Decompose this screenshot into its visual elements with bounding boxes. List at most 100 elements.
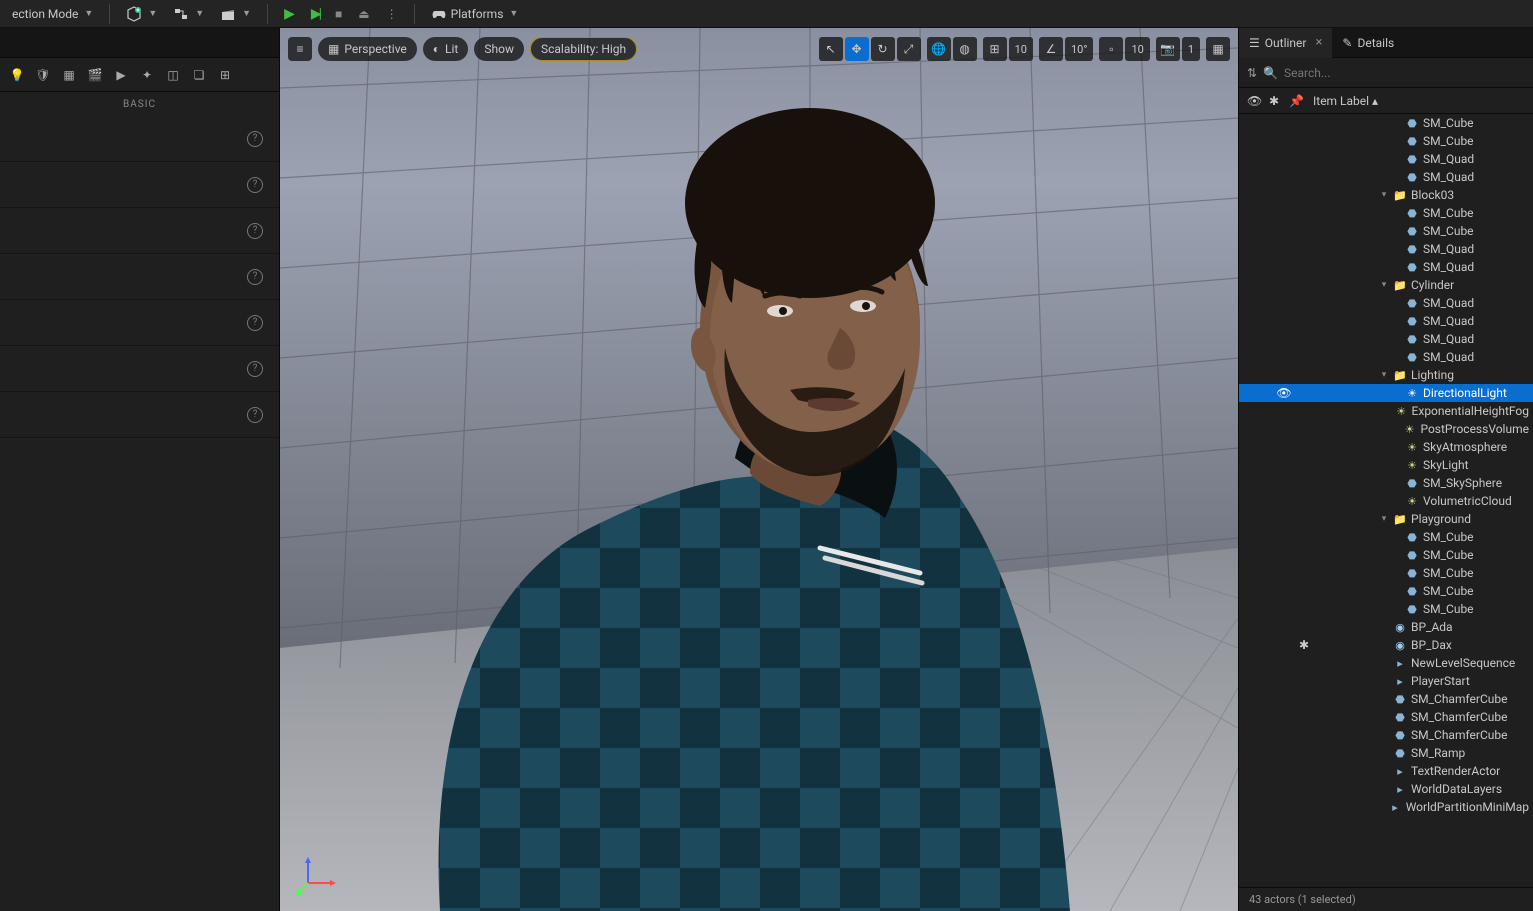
pin-icon[interactable]: 📌 [1289,94,1303,108]
platforms-dropdown[interactable]: Platforms ▼ [425,3,525,25]
tree-node[interactable]: ▾📁Block03 [1239,186,1533,204]
help-icon[interactable]: ? [247,361,263,377]
tree-node[interactable]: ⬣SM_ChamferCube [1239,726,1533,744]
tree-node[interactable]: ☀ExponentialHeightFog [1239,402,1533,420]
tree-node[interactable]: ⬣SM_ChamferCube [1239,690,1533,708]
help-icon[interactable]: ? [247,315,263,331]
stop-button[interactable]: ■ [329,3,348,25]
tree-node[interactable]: ⬣SM_Quad [1239,312,1533,330]
help-icon[interactable]: ? [247,223,263,239]
add-content-button[interactable]: ▼ [120,3,163,25]
tree-node[interactable]: ▸NewLevelSequence [1239,654,1533,672]
visibility-toggle[interactable]: 👁 [1275,386,1293,400]
geometry-icon[interactable]: ◫ [164,66,182,84]
shield-icon[interactable]: 🛡 [34,66,52,84]
tree-node[interactable]: ▾📁Lighting [1239,366,1533,384]
basic-actor-row[interactable]: ? [0,254,279,300]
blueprints-button[interactable]: ▼ [167,3,210,25]
tree-node[interactable]: ☀SkyLight [1239,456,1533,474]
tab-outliner[interactable]: ☰ Outliner × [1239,28,1332,58]
angle-snap-toggle[interactable]: ∠ [1039,37,1063,61]
tree-node[interactable]: ⬣SM_Cube [1239,222,1533,240]
clapboard-icon[interactable]: 🎬 [86,66,104,84]
scalability-button[interactable]: Scalability: High [530,37,637,61]
basic-actor-row[interactable]: ? [0,300,279,346]
grid-snap-value[interactable]: 10 [1009,37,1033,61]
tree-node[interactable]: ▾📁Cylinder [1239,276,1533,294]
filter-icon[interactable]: ⇅ [1247,66,1257,80]
tree-node[interactable]: ⬣SM_Cube [1239,564,1533,582]
tree-node[interactable]: ⬣SM_Cube [1239,204,1533,222]
tree-node[interactable]: ⬣SM_Quad [1239,240,1533,258]
tree-node[interactable]: ⬣SM_Cube [1239,546,1533,564]
grid-snap-toggle[interactable]: ⊞ [983,37,1007,61]
angle-snap-value[interactable]: 10° [1065,37,1093,61]
tree-node[interactable]: ☀VolumetricCloud [1239,492,1533,510]
help-icon[interactable]: ? [247,269,263,285]
translate-tool[interactable]: ✥ [845,37,869,61]
tree-node[interactable]: ⬣SM_Cube [1239,528,1533,546]
cube-icon[interactable]: ▦ [60,66,78,84]
tree-node[interactable]: ⬣SM_Cube [1239,582,1533,600]
tree-node[interactable]: ☀SkyAtmosphere [1239,438,1533,456]
basic-actor-row[interactable]: ? [0,208,279,254]
tree-node[interactable]: ⬣SM_Cube [1239,132,1533,150]
camera-speed-button[interactable]: 📷 [1156,37,1180,61]
scale-snap-toggle[interactable]: ▫ [1099,37,1123,61]
close-icon[interactable]: × [1315,35,1322,50]
expand-arrow-icon[interactable]: ▾ [1379,280,1389,290]
expand-arrow-icon[interactable]: ▾ [1379,370,1389,380]
star-icon[interactable]: ✱ [1269,94,1283,108]
expand-arrow-icon[interactable]: ▾ [1379,190,1389,200]
outliner-search-input[interactable] [1284,66,1525,80]
basic-actor-row[interactable]: ? [0,392,279,438]
tree-node[interactable]: ▸TextRenderActor [1239,762,1533,780]
volumes-icon[interactable]: ❏ [190,66,208,84]
help-icon[interactable]: ? [247,407,263,423]
coord-space-toggle[interactable]: 🌐 [927,37,951,61]
selection-mode-dropdown[interactable]: ection Mode ▼ [6,3,99,25]
tree-node[interactable]: ⬣SM_SkySphere [1239,474,1533,492]
tree-node[interactable]: ⬣SM_Quad [1239,168,1533,186]
tree-node[interactable]: ⬣SM_Quad [1239,258,1533,276]
basic-actor-row[interactable]: ? [0,162,279,208]
tree-node[interactable]: ⬣SM_Quad [1239,150,1533,168]
tree-node[interactable]: 👁☀DirectionalLight [1239,384,1533,402]
basic-actor-row[interactable]: ? [0,346,279,392]
play-options-button[interactable]: ⋮ [380,3,404,25]
viewport-layout-button[interactable]: ▦ [1206,37,1230,61]
scale-tool[interactable]: ⤢ [897,37,921,61]
all-icon[interactable]: ⊞ [216,66,234,84]
tab-details[interactable]: ✎ Details [1332,28,1404,58]
tree-node[interactable]: ☀PostProcessVolume [1239,420,1533,438]
light-bulb-icon[interactable]: 💡 [8,66,26,84]
play-button[interactable]: ▶ [278,3,301,25]
show-dropdown[interactable]: Show [474,37,524,61]
tree-node[interactable]: ◉BP_Ada [1239,618,1533,636]
column-header-label[interactable]: Item Label ▴ [1309,94,1525,108]
tree-node[interactable]: ▾📁Playground [1239,510,1533,528]
viewport-menu-button[interactable]: ≡ [288,37,312,61]
bookmark-toggle[interactable]: ✱ [1297,638,1311,652]
perspective-dropdown[interactable]: ▦ Perspective [318,37,417,61]
tree-node[interactable]: ⬣SM_Cube [1239,600,1533,618]
tree-node[interactable]: ▸WorldDataLayers [1239,780,1533,798]
lit-dropdown[interactable]: ◐ Lit [423,37,469,61]
play-step-button[interactable]: ▶| [305,3,325,25]
scale-snap-value[interactable]: 10 [1125,37,1149,61]
surface-snap-toggle[interactable]: ◍ [953,37,977,61]
left-search-bar[interactable] [0,28,279,58]
help-icon[interactable]: ? [247,177,263,193]
eye-icon[interactable]: 👁 [1247,94,1263,108]
tree-node[interactable]: ⬣SM_Quad [1239,348,1533,366]
camera-speed-value[interactable]: 1 [1182,37,1200,61]
tree-node[interactable]: ⬣SM_Ramp [1239,744,1533,762]
rotate-tool[interactable]: ↻ [871,37,895,61]
basic-actor-row[interactable]: ? [0,116,279,162]
outliner-tree[interactable]: ⬣SM_Cube⬣SM_Cube⬣SM_Quad⬣SM_Quad▾📁Block0… [1239,114,1533,887]
tree-node[interactable]: ▸PlayerStart [1239,672,1533,690]
expand-arrow-icon[interactable]: ▾ [1379,514,1389,524]
tree-node[interactable]: ▸WorldPartitionMiniMap [1239,798,1533,816]
tree-node[interactable]: ⬣SM_ChamferCube [1239,708,1533,726]
tree-node[interactable]: ⬣SM_Quad [1239,294,1533,312]
